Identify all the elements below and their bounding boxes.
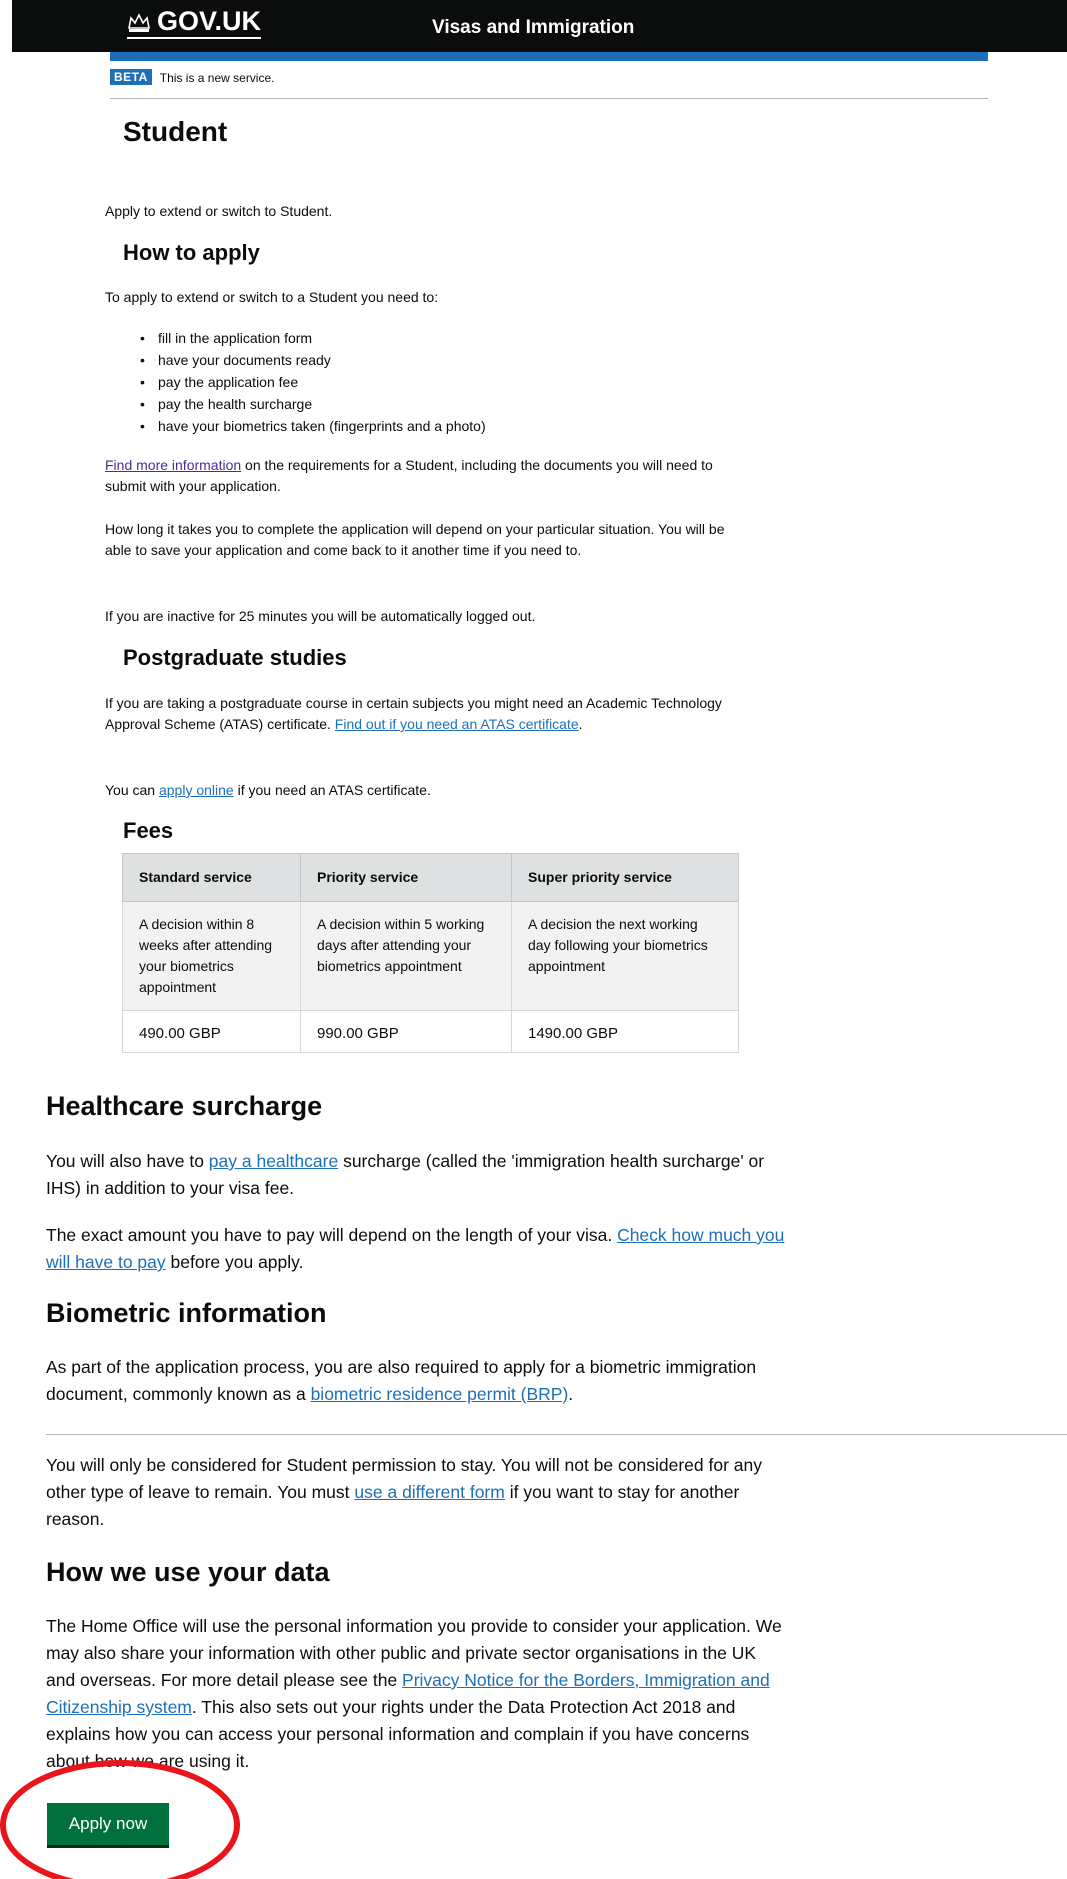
different-form-link[interactable]: use a different form [354, 1482, 504, 1502]
atas-end: . [578, 716, 583, 732]
intro-text: Apply to extend or switch to Student. [105, 203, 333, 219]
header-accent-bar [110, 52, 988, 61]
apply-online-link[interactable]: apply online [159, 782, 234, 798]
list-item: pay the application fee [140, 371, 486, 393]
healthcare-heading: Healthcare surcharge [46, 1091, 323, 1121]
section-divider [46, 1434, 1067, 1435]
phase-tag: BETA [110, 69, 152, 85]
brp-link[interactable]: biometric residence permit (BRP) [311, 1384, 569, 1404]
biometric-post: . [568, 1384, 574, 1404]
requirements-list: fill in the application form have your d… [140, 327, 486, 437]
atas-check-link[interactable]: Find out if you need an ATAS certificate [335, 716, 579, 732]
list-item: have your biometrics taken (fingerprints… [140, 415, 486, 437]
healthcare-p2-pre: The exact amount you have to pay will de… [46, 1225, 618, 1245]
govuk-logo-link[interactable]: GOV.UK [127, 6, 262, 39]
data-use-paragraph: The Home Office will use the personal in… [46, 1613, 786, 1775]
column-header: Priority service [300, 853, 512, 902]
service-name[interactable]: Visas and Immigration [432, 17, 634, 39]
header: GOV.UK Visas and Immigration [12, 0, 1067, 52]
table-header-row: Standard service Priority service Super … [122, 853, 739, 902]
column-header: Super priority service [511, 853, 739, 902]
biometric-paragraph: As part of the application process, you … [46, 1354, 786, 1408]
table-row: 490.00 GBP 990.00 GBP 1490.00 GBP [122, 1010, 739, 1053]
table-cell: A decision within 5 working days after a… [300, 901, 512, 1011]
data-use-heading: How we use your data [46, 1557, 330, 1587]
top-screenshot: GOV.UK Visas and Immigration BETA This i… [0, 0, 1067, 1072]
biometric-heading: Biometric information [46, 1298, 327, 1328]
apply-atas-paragraph: You can apply online if you need an ATAS… [105, 780, 745, 801]
healthcare-paragraph-1: You will also have to pay a healthcare s… [46, 1148, 786, 1202]
price-cell: 1490.00 GBP [511, 1010, 739, 1053]
postgraduate-heading: Postgraduate studies [123, 645, 347, 670]
how-to-apply-lead: To apply to extend or switch to a Studen… [105, 289, 439, 305]
how-to-apply-heading: How to apply [123, 240, 260, 265]
find-more-information-link[interactable]: Find more information [105, 457, 241, 473]
pay-healthcare-link[interactable]: pay a healthcare [209, 1151, 338, 1171]
healthcare-p2-post: before you apply. [165, 1252, 304, 1272]
list-item: pay the health surcharge [140, 393, 486, 415]
duration-text: How long it takes you to complete the ap… [105, 521, 725, 558]
healthcare-paragraph-2: The exact amount you have to pay will de… [46, 1222, 786, 1276]
more-info-paragraph: Find more information on the requirement… [105, 455, 745, 497]
phase-banner: BETA This is a new service. [110, 69, 988, 99]
postgraduate-text: If you are taking a postgraduate course … [105, 693, 745, 735]
logo-text: GOV.UK [157, 6, 262, 36]
apply-atas-post: if you need an ATAS certificate. [233, 782, 431, 798]
price-cell: 490.00 GBP [122, 1010, 301, 1053]
list-item: have your documents ready [140, 349, 486, 371]
fees-table: Standard service Priority service Super … [122, 853, 739, 1053]
permission-paragraph: You will only be considered for Student … [46, 1452, 786, 1533]
list-item: fill in the application form [140, 327, 486, 349]
column-header: Standard service [122, 853, 301, 902]
table-row: A decision within 8 weeks after attendin… [122, 901, 739, 1011]
price-cell: 990.00 GBP [300, 1010, 512, 1053]
phase-text: This is a new service. [159, 71, 275, 85]
apply-atas-pre: You can [105, 782, 159, 798]
table-cell: A decision the next working day followin… [511, 901, 739, 1011]
timeout-text: If you are inactive for 25 minutes you w… [105, 608, 536, 624]
healthcare-p1-pre: You will also have to [46, 1151, 209, 1171]
table-cell: A decision within 8 weeks after attendin… [122, 901, 301, 1011]
page-title: Student [123, 116, 228, 147]
apply-now-button[interactable]: Apply now [47, 1803, 169, 1845]
crown-icon [128, 12, 150, 32]
fees-heading: Fees [123, 818, 174, 843]
